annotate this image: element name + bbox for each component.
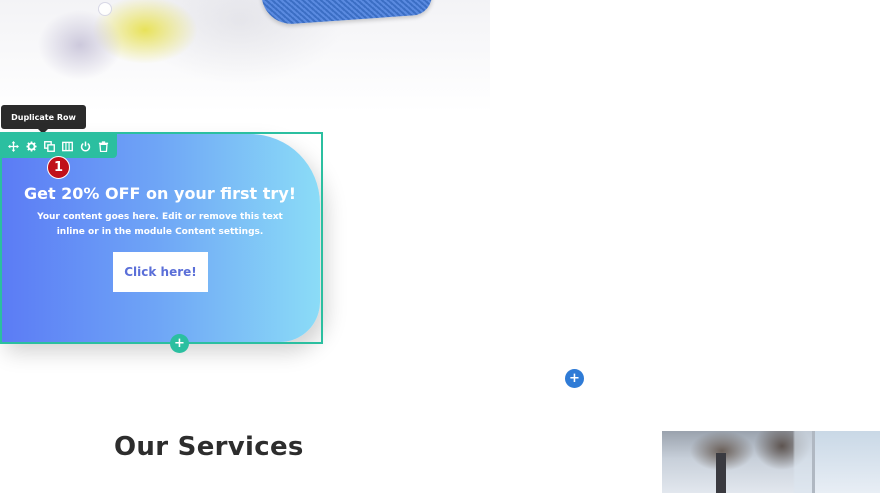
hero-image — [0, 0, 490, 112]
add-module-button[interactable]: + — [170, 334, 189, 353]
add-section-button[interactable]: + — [565, 369, 584, 388]
tooltip-text: Duplicate Row — [11, 112, 76, 122]
power-icon[interactable] — [76, 134, 94, 158]
promo-title[interactable]: Get 20% OFF on your first try! — [0, 184, 320, 203]
services-image — [662, 431, 880, 493]
duplicate-icon[interactable] — [40, 134, 58, 158]
services-heading[interactable]: Our Services — [114, 432, 304, 462]
row-toolbar — [0, 134, 117, 158]
image-detail — [716, 453, 726, 493]
trash-icon[interactable] — [94, 134, 112, 158]
image-detail — [812, 431, 880, 493]
move-icon[interactable] — [4, 134, 22, 158]
click-here-button[interactable]: Click here! — [113, 252, 208, 292]
settings-icon[interactable] — [22, 134, 40, 158]
product-sock-image — [260, 0, 434, 26]
duplicate-row-tooltip: Duplicate Row — [1, 105, 86, 134]
promo-body-text[interactable]: Your content goes here. Edit or remove t… — [26, 210, 294, 240]
columns-icon[interactable] — [58, 134, 76, 158]
step-number-badge: 1 — [47, 156, 70, 179]
bubble-decoration — [98, 2, 112, 16]
